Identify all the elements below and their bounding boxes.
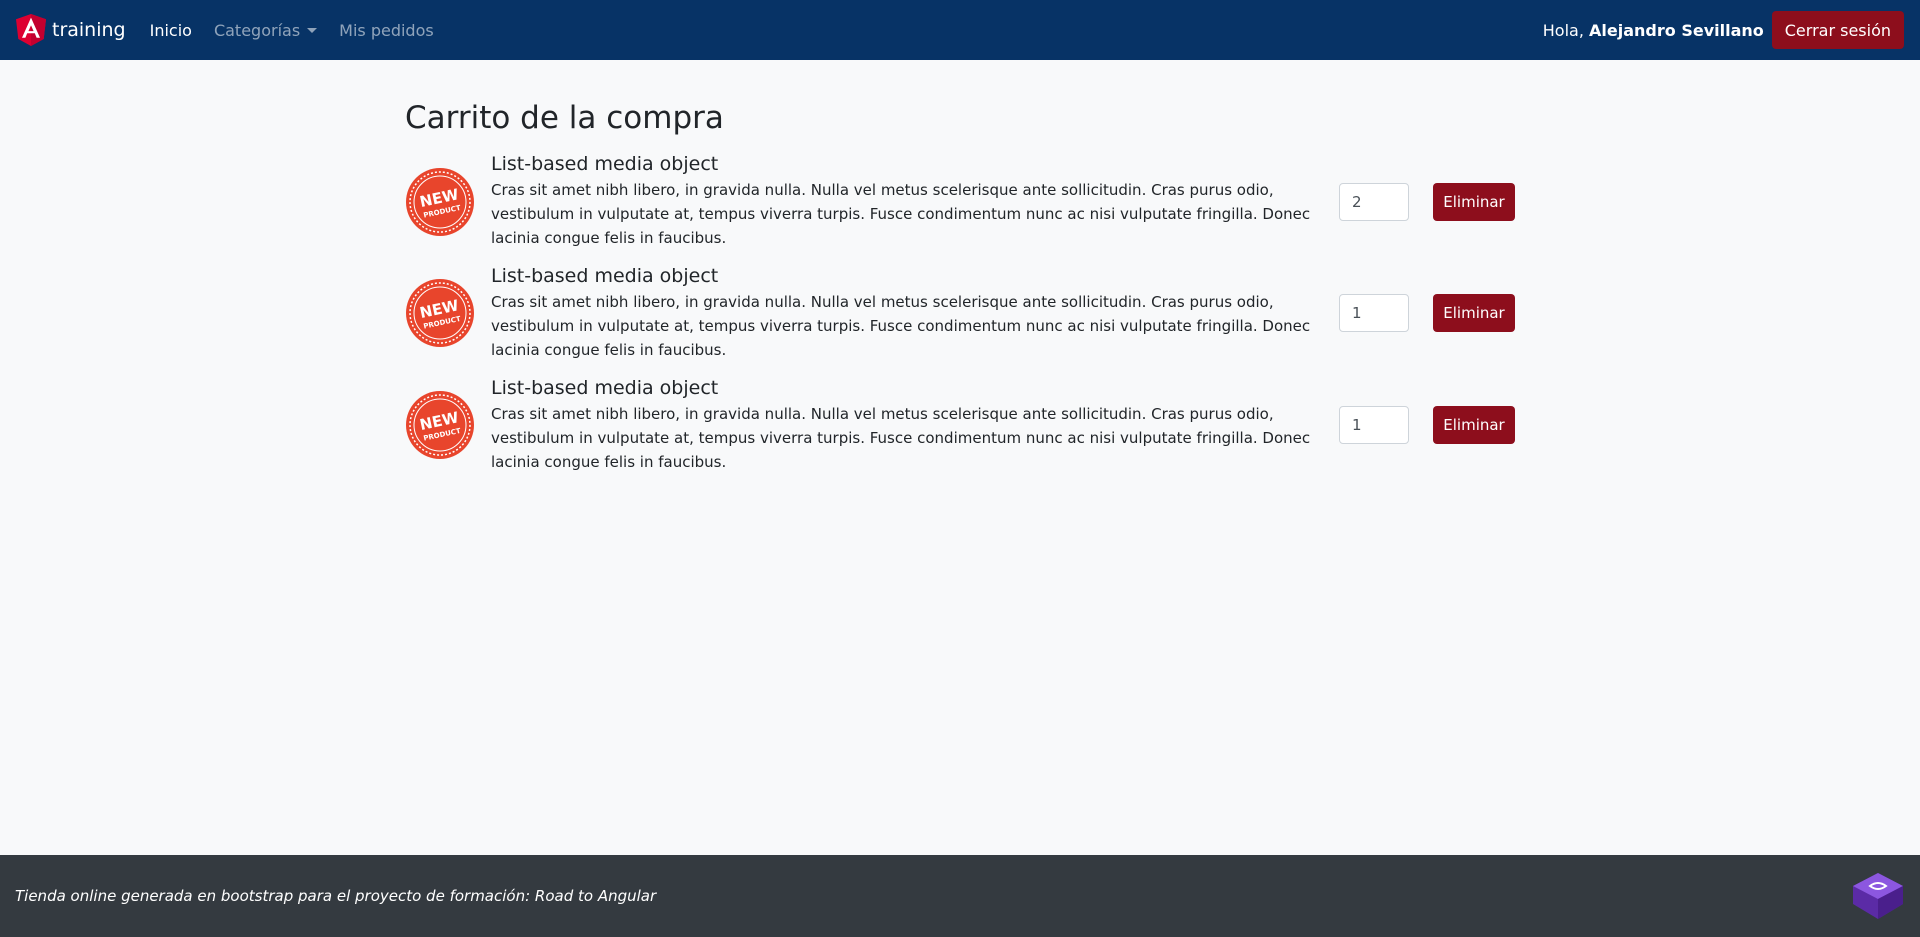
cart-item-body: List-based media object Cras sit amet ni…	[491, 377, 1339, 474]
bootstrap-logo-icon	[1853, 873, 1903, 919]
greeting-prefix: Hola,	[1542, 20, 1584, 40]
cart-item-description: Cras sit amet nibh libero, in gravida nu…	[491, 292, 1311, 359]
cart-item-title: List-based media object	[491, 153, 719, 176]
cart-item-description: Cras sit amet nibh libero, in gravida nu…	[491, 180, 1311, 247]
quantity-input[interactable]	[1339, 182, 1409, 221]
nav-link-label: Mis pedidos	[339, 20, 434, 40]
delete-item-button[interactable]: Eliminar	[1433, 182, 1515, 221]
nav-link-mis-pedidos[interactable]: Mis pedidos	[331, 13, 442, 48]
nav-dropdown-categorias[interactable]: Categorías	[206, 13, 325, 48]
cart-item: NEW PRODUCT List-based media object Cras…	[405, 265, 1515, 362]
delete-item-button[interactable]: Eliminar	[1433, 294, 1515, 333]
quantity-input[interactable]	[1339, 406, 1409, 445]
angular-logo-icon	[16, 14, 46, 46]
cart-item-title: List-based media object	[491, 376, 719, 399]
nav-link-label: Categorías	[213, 20, 301, 40]
user-area: Hola, Alejandro Sevillano Cerrar sesión	[1543, 11, 1904, 49]
cart-item-body: List-based media object Cras sit amet ni…	[491, 153, 1339, 250]
cart-container: Carrito de la compra NEW PRODUCT List-ba…	[405, 100, 1515, 489]
brand-link[interactable]: training	[16, 14, 126, 46]
nav-link-inicio[interactable]: Inicio	[142, 13, 200, 48]
user-name: Alejandro Sevillano	[1589, 20, 1764, 40]
dropdown-caret-icon	[307, 27, 318, 33]
new-product-badge-icon: NEW PRODUCT	[406, 167, 474, 236]
cart-item-title: List-based media object	[491, 264, 719, 287]
new-product-badge-icon: NEW PRODUCT	[406, 391, 474, 460]
brand-name: training	[52, 19, 126, 41]
page-title: Carrito de la compra	[405, 100, 724, 136]
user-greeting: Hola, Alejandro Sevillano	[1543, 21, 1764, 40]
logout-button[interactable]: Cerrar sesión	[1771, 11, 1904, 49]
new-product-badge-icon: NEW PRODUCT	[406, 279, 474, 348]
cart-item: NEW PRODUCT List-based media object Cras…	[405, 153, 1515, 250]
footer-text: Tienda online generada en bootstrap para…	[15, 887, 657, 905]
cart-item-body: List-based media object Cras sit amet ni…	[491, 265, 1339, 362]
cart-list: NEW PRODUCT List-based media object Cras…	[405, 153, 1515, 473]
page-footer: Tienda online generada en bootstrap para…	[0, 855, 1920, 937]
nav-link-label: Inicio	[149, 20, 192, 40]
quantity-input[interactable]	[1339, 294, 1409, 333]
cart-item-description: Cras sit amet nibh libero, in gravida nu…	[491, 404, 1311, 471]
top-navbar: training Inicio Categorías Mis pedidos H…	[0, 0, 1920, 60]
cart-item: NEW PRODUCT List-based media object Cras…	[405, 377, 1515, 474]
delete-item-button[interactable]: Eliminar	[1433, 406, 1515, 445]
